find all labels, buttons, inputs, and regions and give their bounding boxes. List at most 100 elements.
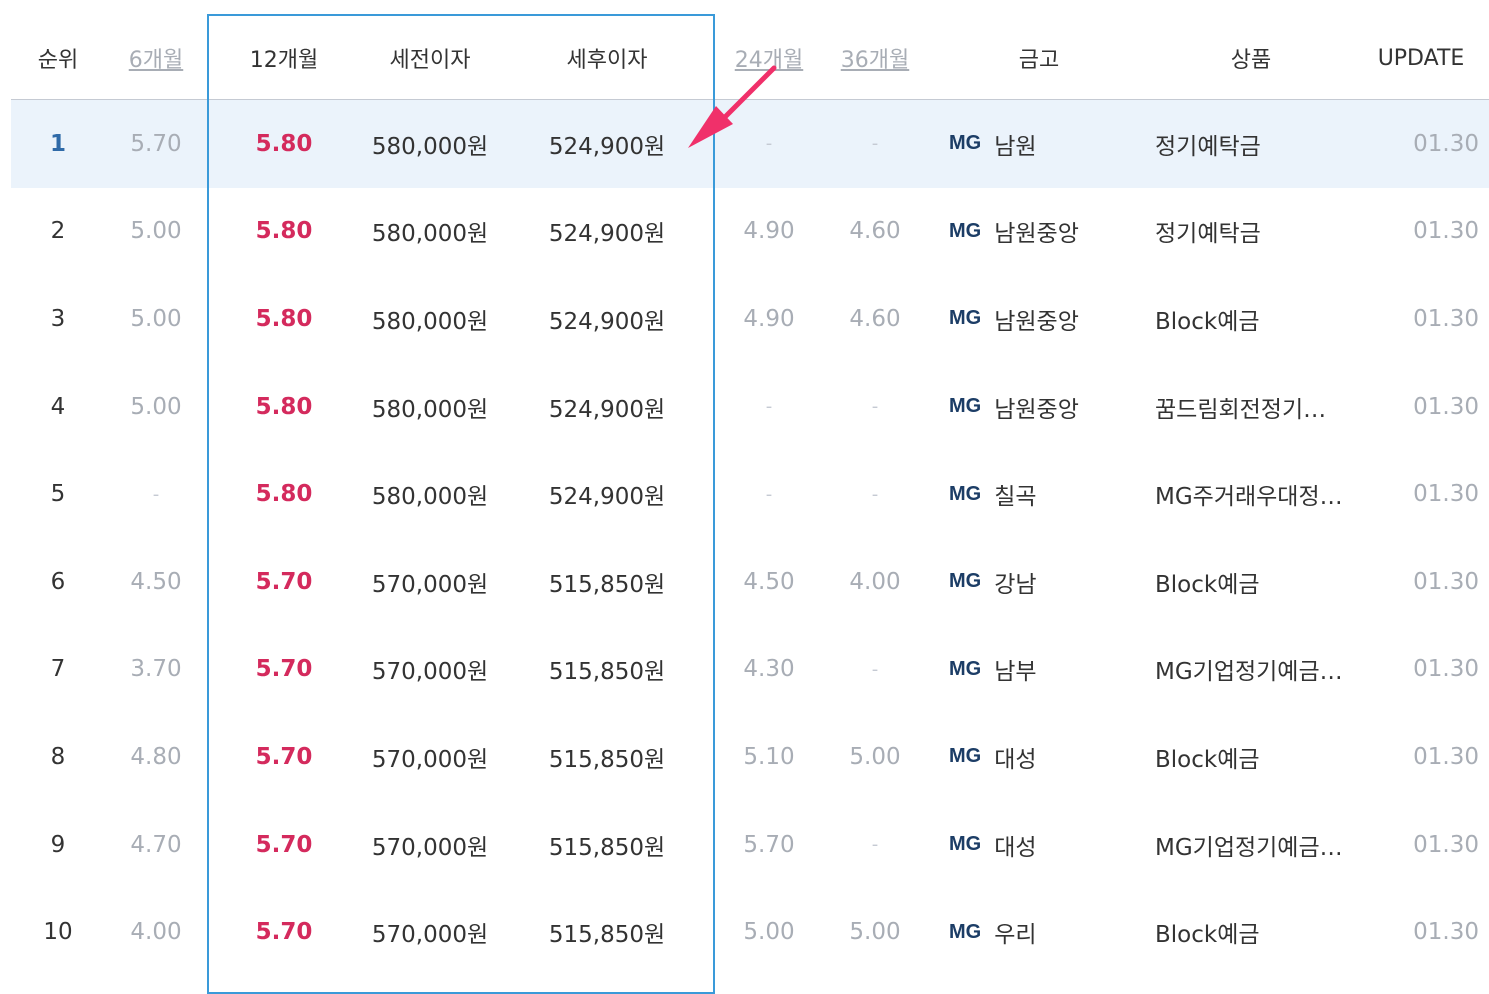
pretax-interest-cell: 580,000원 [360, 100, 500, 188]
product-link[interactable]: Block예금 [1155, 275, 1355, 363]
bank-name: 남원중앙 [994, 396, 1079, 423]
rank-cell: 2 [23, 188, 93, 276]
table-row[interactable]: 4 5.00 5.80 580,000원 524,900원 - - MG 남원중앙 꿈드림회전정기… [11, 363, 1489, 451]
mg-logo-icon: MG [949, 219, 982, 242]
rank-cell: 10 [23, 888, 93, 976]
rank-cell-value: 7 [50, 656, 66, 683]
product-link[interactable]: MG주거래우대정… [1155, 450, 1355, 538]
rate-24m-cell-value: - [765, 483, 773, 505]
pretax-interest-cell: 580,000원 [360, 188, 500, 276]
bank-cell[interactable]: MG 대성 [949, 713, 1119, 801]
rate-24m-cell-value: 4.50 [743, 568, 795, 595]
table-header: 순위 6개월 12개월 세전이자 세후이자 24개월 36개월 금고 상품 UP… [11, 0, 1489, 100]
rate-12m-cell: 5.80 [249, 450, 319, 538]
bank-name: 강남 [994, 571, 1037, 598]
posttax-interest-cell-value: 515,850원 [548, 746, 666, 773]
bank-name: 우리 [994, 922, 1037, 949]
product-link[interactable]: MG기업정기예금… [1155, 801, 1355, 889]
rate-12m-cell-value: 5.70 [255, 831, 313, 858]
pretax-interest-cell-value: 580,000원 [371, 308, 489, 335]
rate-12m-cell-value: 5.80 [255, 305, 313, 332]
posttax-interest-cell: 515,850원 [537, 888, 677, 976]
rate-24m-cell: 5.00 [734, 888, 804, 976]
header-12-months[interactable]: 12개월 [249, 0, 319, 99]
rate-36m-cell: - [840, 626, 910, 714]
bank-cell[interactable]: MG 남원 [949, 100, 1119, 188]
rate-6m-cell-value: 5.00 [130, 393, 182, 420]
update-date-cell: 01.30 [1413, 393, 1479, 420]
rate-12m-cell: 5.70 [249, 888, 319, 976]
rank-cell: 1 [23, 100, 93, 188]
table-row[interactable]: 2 5.00 5.80 580,000원 524,900원 4.90 4.60 MG 남원중앙 정… [11, 188, 1489, 276]
table-row[interactable]: 6 4.50 5.70 570,000원 515,850원 4.50 4.00 MG 강남 Blo… [11, 538, 1489, 626]
bank-cell[interactable]: MG 우리 [949, 888, 1119, 976]
update-date-cell: 01.30 [1413, 831, 1479, 858]
header-36-months-link[interactable]: 36개월 [840, 0, 910, 99]
rate-36m-cell-value: - [871, 483, 879, 505]
bank-cell[interactable]: MG 강남 [949, 538, 1119, 626]
pretax-interest-cell-value: 570,000원 [371, 746, 489, 773]
pretax-interest-cell-value: 570,000원 [371, 571, 489, 598]
posttax-interest-cell-value: 524,900원 [548, 221, 666, 248]
update-date-cell: 01.30 [1413, 218, 1479, 245]
rate-6m-cell-value: 4.50 [130, 568, 182, 595]
table-row[interactable]: 7 3.70 5.70 570,000원 515,850원 4.30 - MG 남부 MG기업정기… [11, 626, 1489, 714]
bank-cell[interactable]: MG 남원중앙 [949, 275, 1119, 363]
bank-cell[interactable]: MG 남원중앙 [949, 188, 1119, 276]
rate-24m-cell: 5.70 [734, 801, 804, 889]
table-row[interactable]: 5 - 5.80 580,000원 524,900원 - - MG 칠곡 MG주거래우대정… 01.… [11, 450, 1489, 538]
rate-24m-cell: 4.90 [734, 275, 804, 363]
posttax-interest-cell-value: 524,900원 [548, 396, 666, 423]
pretax-interest-cell-value: 580,000원 [371, 484, 489, 511]
rate-12m-cell: 5.80 [249, 188, 319, 276]
product-link[interactable]: MG기업정기예금… [1155, 626, 1355, 714]
pretax-interest-cell: 580,000원 [360, 275, 500, 363]
product-link[interactable]: Block예금 [1155, 713, 1355, 801]
rate-12m-cell: 5.80 [249, 363, 319, 451]
product-link[interactable]: 정기예탁금 [1155, 100, 1355, 188]
rank-cell-value: 8 [50, 743, 66, 770]
rate-ranking-table: 순위 6개월 12개월 세전이자 세후이자 24개월 36개월 금고 상품 UP… [11, 0, 1489, 976]
rank-cell-value: 4 [50, 393, 66, 420]
bank-name: 대성 [994, 746, 1037, 773]
table-row[interactable]: 9 4.70 5.70 570,000원 515,850원 5.70 - MG 대성 MG기업정기… [11, 801, 1489, 889]
posttax-interest-cell-value: 524,900원 [548, 133, 666, 160]
header-24-months-link[interactable]: 24개월 [734, 0, 804, 99]
bank-cell[interactable]: MG 남부 [949, 626, 1119, 714]
rate-12m-cell-value: 5.70 [255, 656, 313, 683]
header-posttax-interest: 세후이자 [566, 48, 648, 73]
header-rank: 순위 [37, 48, 79, 73]
table-row[interactable]: 1 5.70 5.80 580,000원 524,900원 - - MG 남원 정기예탁금 01.3… [11, 100, 1489, 188]
posttax-interest-cell: 524,900원 [537, 450, 677, 538]
rate-24m-cell-value: 4.90 [743, 218, 795, 245]
product-link[interactable]: Block예금 [1155, 888, 1355, 976]
bank-cell[interactable]: MG 칠곡 [949, 450, 1119, 538]
header-6-months-link[interactable]: 6개월 [121, 0, 191, 99]
product-link[interactable]: 꿈드림회전정기… [1155, 363, 1355, 451]
bank-name: 대성 [994, 834, 1037, 861]
posttax-interest-cell: 524,900원 [537, 363, 677, 451]
bank-name: 남부 [994, 659, 1037, 686]
rate-12m-cell: 5.80 [249, 100, 319, 188]
posttax-interest-cell: 524,900원 [537, 188, 677, 276]
rate-6m-cell: 4.80 [121, 713, 191, 801]
pretax-interest-cell: 570,000원 [360, 538, 500, 626]
rate-12m-cell: 5.70 [249, 801, 319, 889]
rate-24m-cell-value: 5.10 [743, 743, 795, 770]
posttax-interest-cell-value: 515,850원 [548, 659, 666, 686]
rate-6m-cell-value: 5.00 [130, 305, 182, 332]
table-row[interactable]: 3 5.00 5.80 580,000원 524,900원 4.90 4.60 MG 남원중앙 B… [11, 275, 1489, 363]
pretax-interest-cell: 570,000원 [360, 713, 500, 801]
rate-36m-cell-value: 5.00 [849, 743, 901, 770]
update-date-cell: 01.30 [1413, 305, 1479, 332]
rate-12m-cell-value: 5.70 [255, 568, 313, 595]
product-link[interactable]: Block예금 [1155, 538, 1355, 626]
table-row[interactable]: 8 4.80 5.70 570,000원 515,850원 5.10 5.00 MG 대성 Blo… [11, 713, 1489, 801]
rate-24m-cell: - [734, 100, 804, 188]
mg-logo-icon: MG [949, 395, 982, 418]
bank-cell[interactable]: MG 남원중앙 [949, 363, 1119, 451]
product-link[interactable]: 정기예탁금 [1155, 188, 1355, 276]
table-row[interactable]: 10 4.00 5.70 570,000원 515,850원 5.00 5.00 MG 우리 Bl… [11, 888, 1489, 976]
bank-cell[interactable]: MG 대성 [949, 801, 1119, 889]
pretax-interest-cell: 570,000원 [360, 626, 500, 714]
